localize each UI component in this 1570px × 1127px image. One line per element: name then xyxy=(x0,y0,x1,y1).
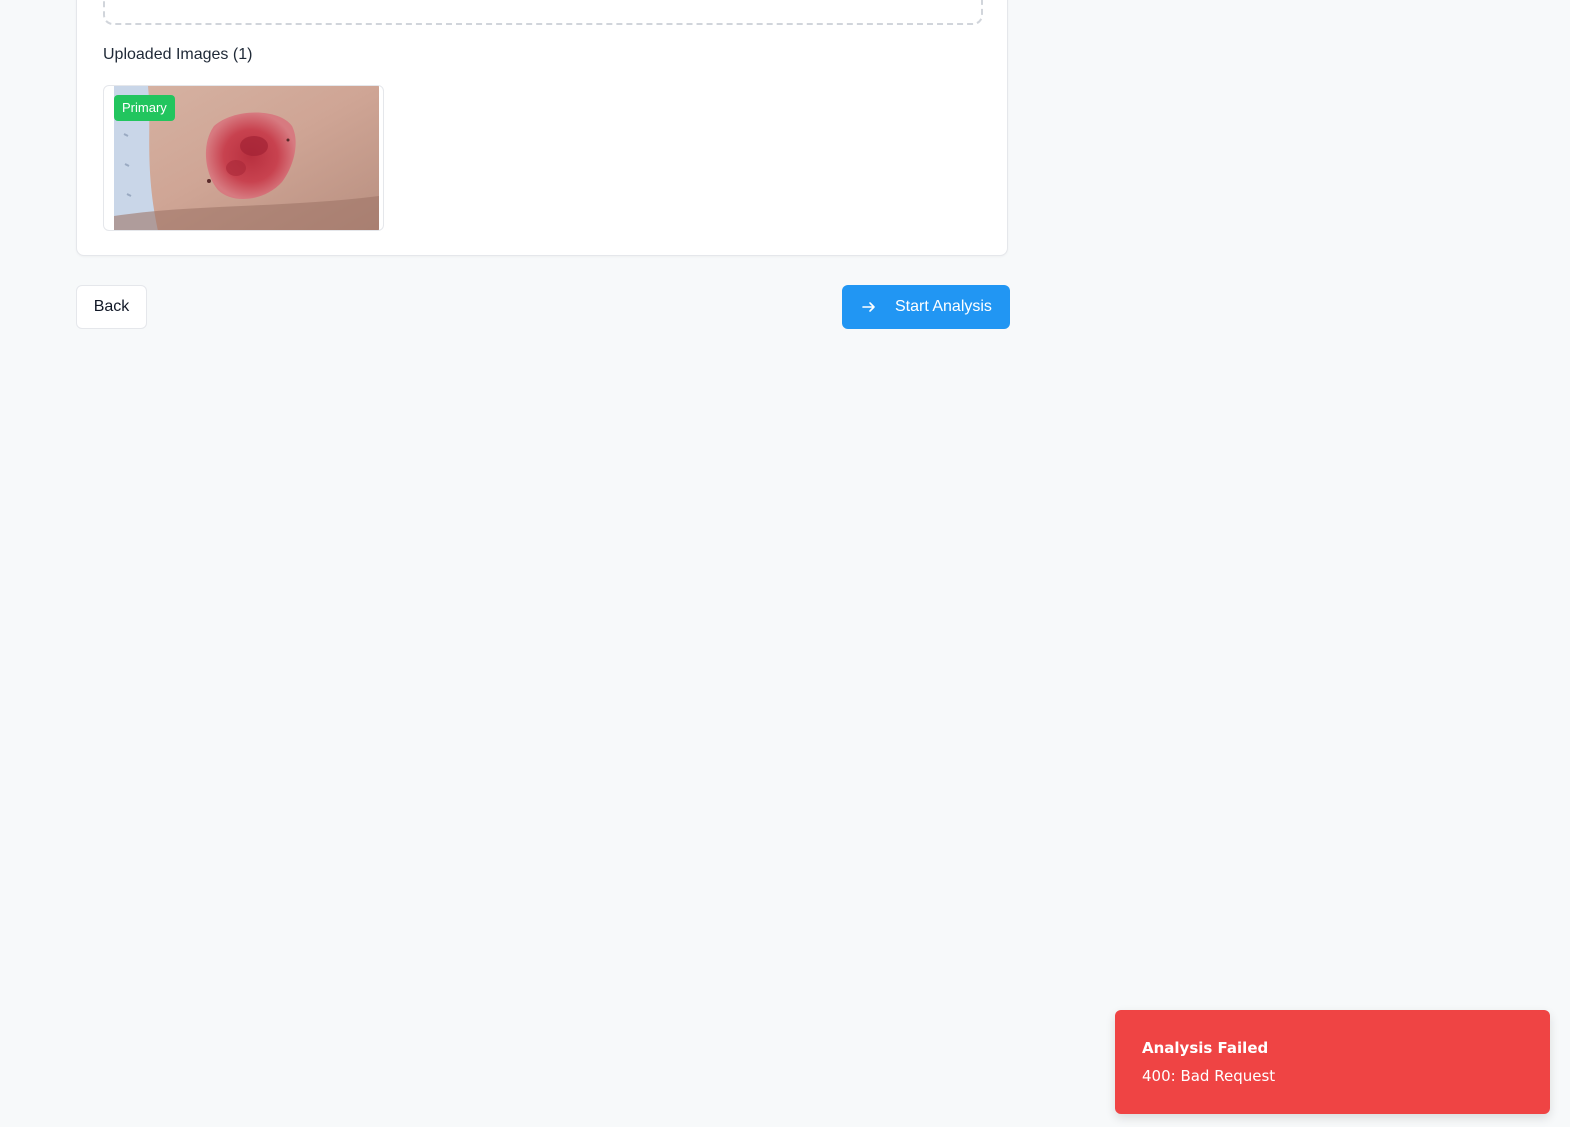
toast-title: Analysis Failed xyxy=(1142,1039,1269,1057)
upload-card: Uploaded Images (1) Primary xyxy=(76,0,1008,256)
start-analysis-button[interactable]: Start Analysis xyxy=(842,285,1010,329)
back-button[interactable]: Back xyxy=(76,285,147,329)
uploaded-image-thumbnail[interactable]: Primary xyxy=(103,85,384,231)
upload-dropzone[interactable] xyxy=(103,0,983,25)
primary-badge: Primary xyxy=(114,95,175,121)
start-analysis-label: Start Analysis xyxy=(895,298,992,315)
toast-description: 400: Bad Request xyxy=(1142,1067,1276,1085)
page: Uploaded Images (1) Primary Back Start A… xyxy=(0,0,1570,1127)
arrow-right-icon xyxy=(861,299,877,315)
error-toast[interactable]: Analysis Failed 400: Bad Request xyxy=(1115,1010,1550,1114)
uploaded-images-heading: Uploaded Images (1) xyxy=(103,46,253,63)
